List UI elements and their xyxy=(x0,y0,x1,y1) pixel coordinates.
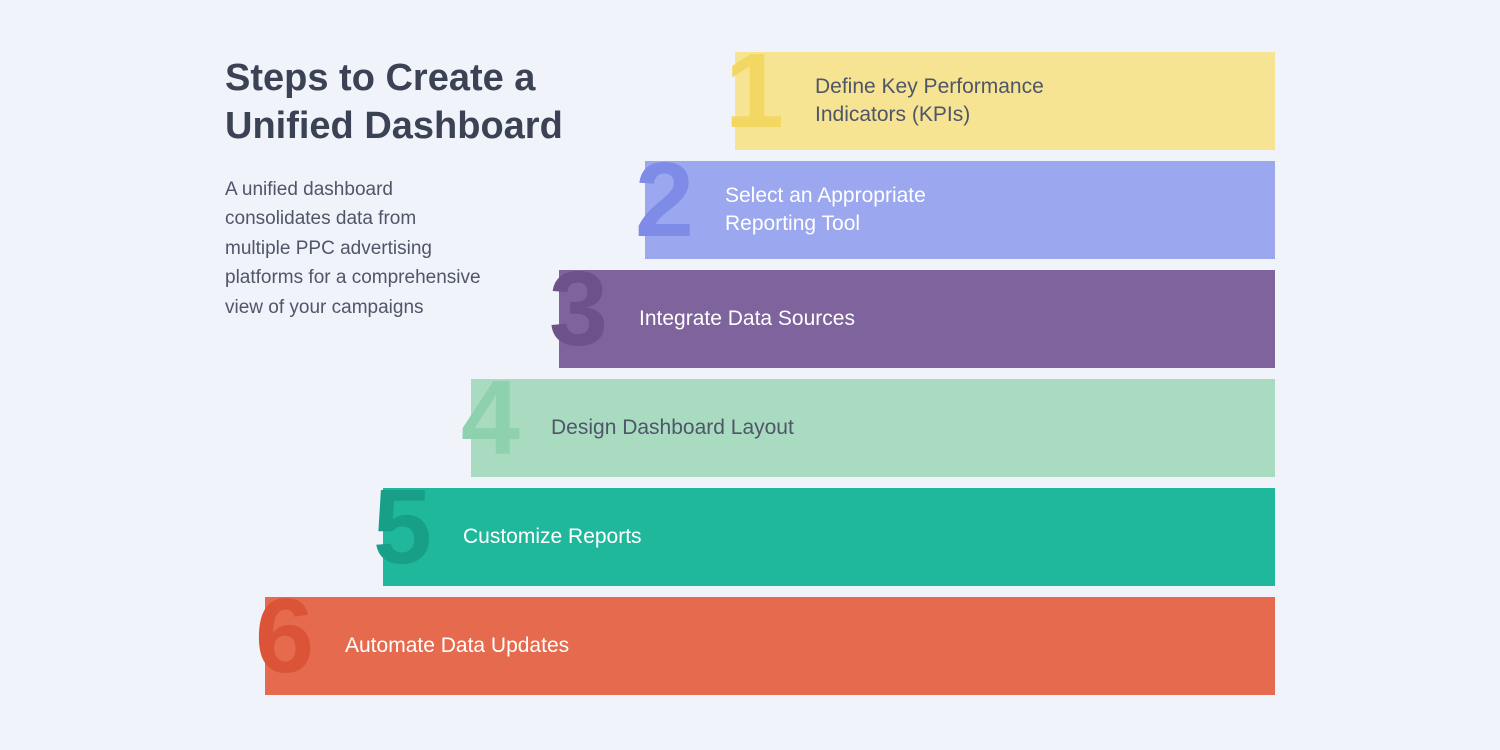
step-label: Design Dashboard Layout xyxy=(551,414,794,442)
step-number: 1 xyxy=(725,38,780,144)
step-number: 5 xyxy=(373,474,428,580)
step-3: 3Integrate Data Sources xyxy=(559,270,1275,368)
step-number: 3 xyxy=(549,256,604,362)
step-4: 4Design Dashboard Layout xyxy=(471,379,1275,477)
step-6: 6Automate Data Updates xyxy=(265,597,1275,695)
step-number: 2 xyxy=(635,147,690,253)
step-label: Customize Reports xyxy=(463,523,642,551)
step-number: 4 xyxy=(461,365,516,471)
step-2: 2Select an Appropriate Reporting Tool xyxy=(645,161,1275,259)
step-label: Automate Data Updates xyxy=(345,632,569,660)
step-label: Define Key Performance Indicators (KPIs) xyxy=(815,73,1075,130)
step-number: 6 xyxy=(255,583,310,689)
step-5: 5Customize Reports xyxy=(383,488,1275,586)
steps-staircase: 1Define Key Performance Indicators (KPIs… xyxy=(265,52,1275,695)
step-label: Select an Appropriate Reporting Tool xyxy=(725,182,985,239)
step-label: Integrate Data Sources xyxy=(639,305,855,333)
step-1: 1Define Key Performance Indicators (KPIs… xyxy=(735,52,1275,150)
